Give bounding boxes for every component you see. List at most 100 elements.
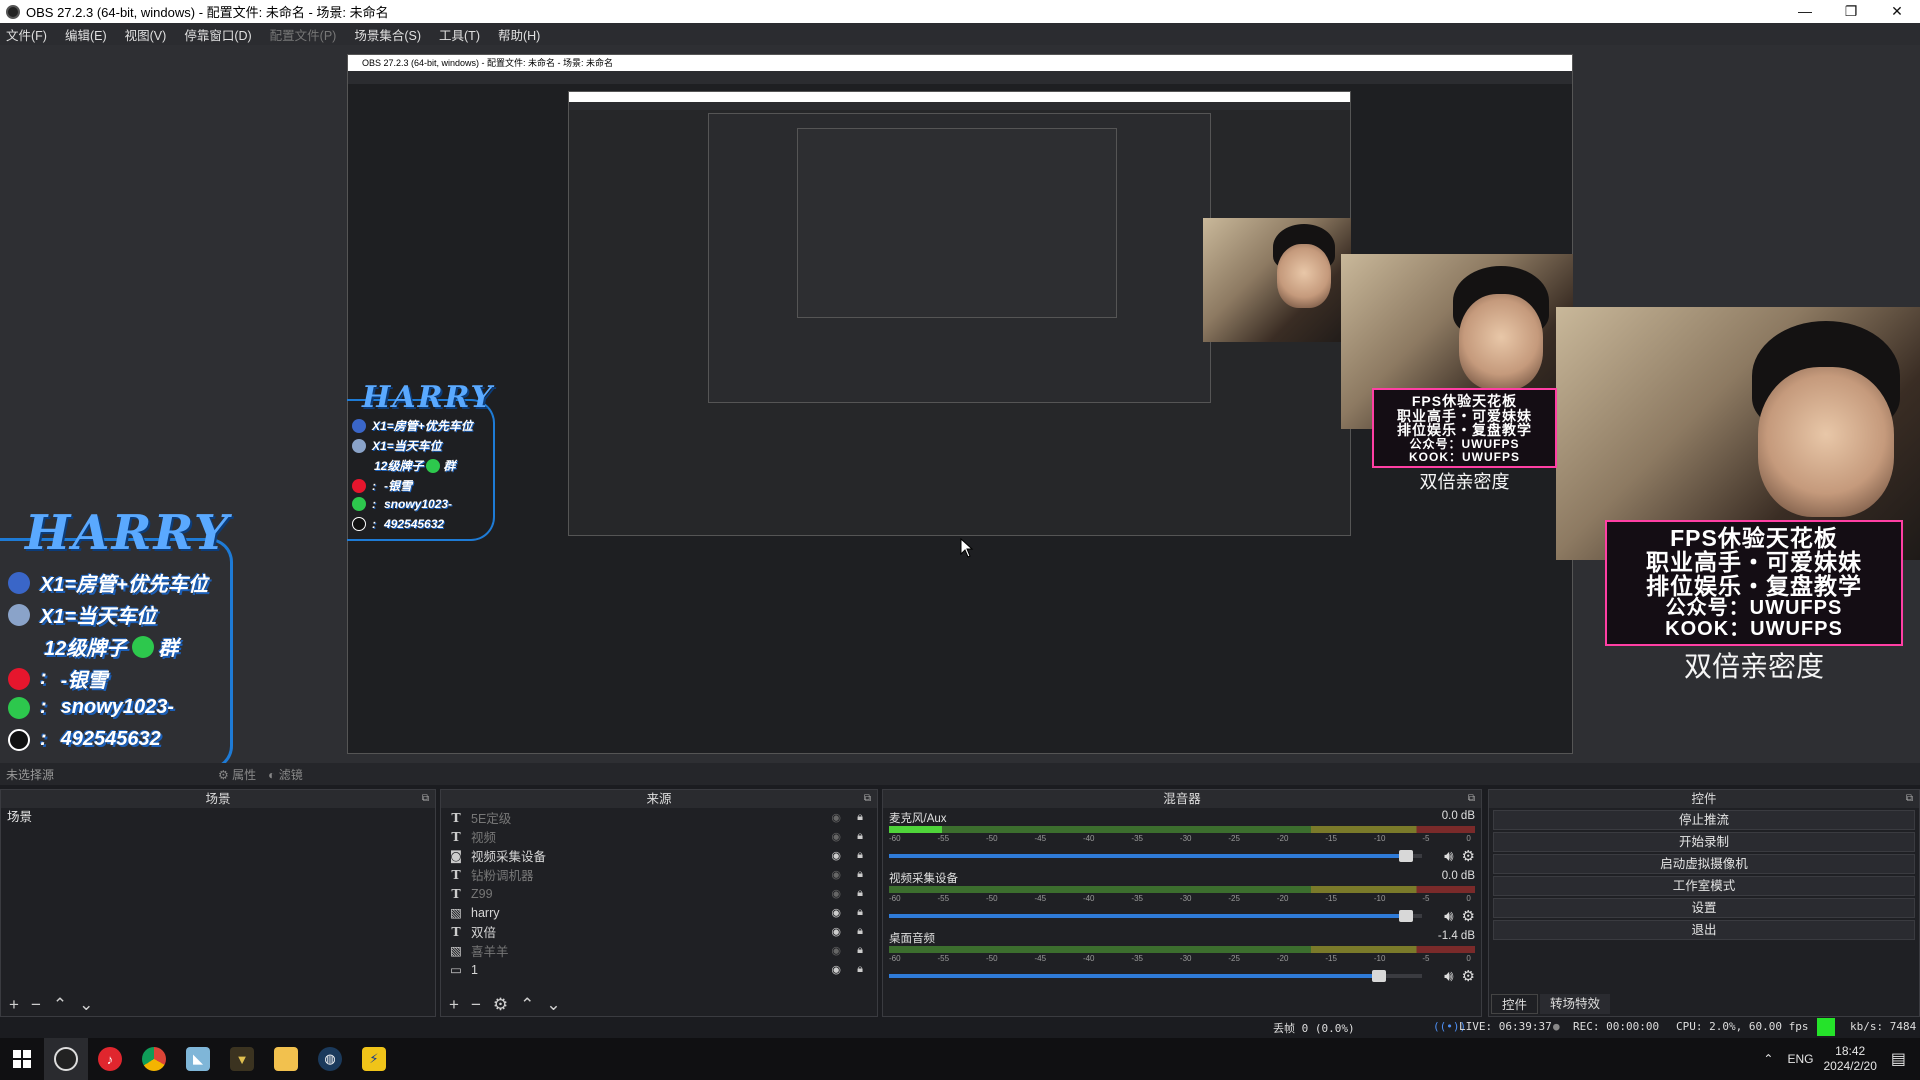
settings-button[interactable]: 设置 <box>1493 898 1915 918</box>
car-icon <box>8 603 30 626</box>
taskbar-chrome[interactable] <box>132 1038 176 1080</box>
lock-icon[interactable]: 🔒︎ <box>857 830 863 843</box>
menu-profile[interactable]: 配置文件(P) <box>270 25 337 44</box>
meter-ticks: -60 -55 -50 -45 -40 -35 -30 -25 -20 -15 -10 -5 0 <box>889 954 1475 965</box>
start-virtual-camera-button[interactable]: 启动虚拟摄像机 <box>1493 854 1915 874</box>
speaker-icon[interactable]: 🔊︎ <box>1444 908 1453 925</box>
start-recording-button[interactable]: 开始录制 <box>1493 832 1915 852</box>
meter-tick-label: -40 <box>1082 894 1095 903</box>
meter-tick-label: 0 <box>1466 894 1471 903</box>
taskbar-app-4[interactable]: ◣ <box>176 1038 220 1080</box>
volume-slider[interactable] <box>889 910 1423 922</box>
gear-icon[interactable]: ⚙ <box>1462 907 1475 925</box>
start-button[interactable] <box>0 1038 44 1080</box>
add-source-button[interactable]: + <box>449 994 459 1016</box>
menu-edit[interactable]: 编辑(E) <box>65 25 107 44</box>
minimize-button[interactable]: — <box>1782 0 1828 23</box>
lock-icon[interactable]: 🔒︎ <box>857 906 863 919</box>
volume-slider[interactable] <box>889 970 1423 982</box>
volume-slider-handle[interactable] <box>1372 970 1387 982</box>
input-method[interactable]: ENG <box>1787 1052 1813 1066</box>
tab-controls[interactable]: 控件 <box>1491 994 1539 1014</box>
source-item[interactable]: T 5E定级 ◉ 🔒︎ <box>441 808 877 827</box>
volume-slider-handle[interactable] <box>1399 910 1414 922</box>
visibility-eye-icon[interactable]: ◉ <box>831 811 841 824</box>
preview-canvas[interactable]: OBS 27.2.3 (64-bit, windows) - 配置文件: 未命名… <box>0 45 1920 763</box>
taskbar-app-5[interactable]: ▼ <box>220 1038 264 1080</box>
visibility-eye-icon[interactable]: ◉ <box>831 887 841 900</box>
close-button[interactable]: ✕ <box>1874 0 1920 23</box>
promo-panel-main: FPS休验天花板 职业高手・可爱妹妹 排位娱乐・复盘教学 公众号：UWUFPS … <box>1605 520 1903 646</box>
visibility-eye-icon[interactable]: ◉ <box>831 868 841 881</box>
window-title-bar[interactable]: OBS 27.2.3 (64-bit, windows) - 配置文件: 未命名… <box>0 0 1920 23</box>
move-down-button[interactable]: ⌄ <box>79 994 93 1016</box>
visibility-eye-icon[interactable]: ◉ <box>831 944 841 957</box>
visibility-eye-icon[interactable]: ◉ <box>831 963 841 976</box>
filters-button[interactable]: ◐ 滤镜 <box>268 766 303 783</box>
remove-source-button[interactable]: − <box>471 994 481 1016</box>
dock-undock-icon[interactable]: ⧉ <box>864 790 871 808</box>
volume-level <box>889 914 1407 918</box>
visibility-eye-icon[interactable]: ◉ <box>831 830 841 843</box>
source-item[interactable]: ▭ 1 ◉ 🔒︎ <box>441 960 877 979</box>
lock-icon[interactable]: 🔒︎ <box>857 944 863 957</box>
studio-mode-button[interactable]: 工作室模式 <box>1493 876 1915 896</box>
speaker-icon[interactable]: 🔊︎ <box>1444 968 1453 985</box>
remove-scene-button[interactable]: − <box>31 994 41 1016</box>
scene-item[interactable]: 场景 <box>1 808 435 826</box>
volume-slider-handle[interactable] <box>1399 850 1414 862</box>
speaker-icon[interactable]: 🔊︎ <box>1444 848 1453 865</box>
properties-button[interactable]: ⚙ 属性 <box>218 766 256 783</box>
mixer-channels: 麦克风/Aux 0.0 dB -60 -55 -50 -45 -40 -35 -30 -25 -20… <box>883 808 1481 988</box>
taskbar-file-explorer[interactable] <box>264 1038 308 1080</box>
tab-transitions[interactable]: 转场特效 <box>1540 994 1611 1014</box>
stop-streaming-button[interactable]: 停止推流 <box>1493 810 1915 830</box>
taskbar-netease-music[interactable]: ♪ <box>88 1038 132 1080</box>
taskbar-obs[interactable] <box>44 1038 88 1080</box>
bitrate: kb/s: 7484 <box>1850 1020 1917 1033</box>
add-scene-button[interactable]: + <box>9 994 19 1016</box>
dock-undock-icon[interactable]: ⧉ <box>1906 790 1913 808</box>
source-item[interactable]: ◙ 视频采集设备 ◉ 🔒︎ <box>441 846 877 865</box>
volume-slider[interactable] <box>889 850 1423 862</box>
gear-icon[interactable]: ⚙ <box>1462 847 1475 865</box>
taskbar-app-8[interactable]: ⚡ <box>352 1038 396 1080</box>
lock-icon[interactable]: 🔒︎ <box>857 868 863 881</box>
source-item[interactable]: T 双倍 ◉ 🔒︎ <box>441 922 877 941</box>
lock-icon[interactable]: 🔒︎ <box>857 925 863 938</box>
dock-undock-icon[interactable]: ⧉ <box>422 790 429 808</box>
source-item[interactable]: ▧ 喜羊羊 ◉ 🔒︎ <box>441 941 877 960</box>
lock-icon[interactable]: 🔒︎ <box>857 963 863 976</box>
source-item[interactable]: T 视频 ◉ 🔒︎ <box>441 827 877 846</box>
source-item[interactable]: T 钻粉调机器 ◉ 🔒︎ <box>441 865 877 884</box>
notification-icon[interactable]: ▤ <box>1891 1049 1906 1069</box>
move-down-button[interactable]: ⌄ <box>546 994 560 1016</box>
taskbar-steam[interactable]: ◍ <box>308 1038 352 1080</box>
menu-view[interactable]: 视图(V) <box>125 25 167 44</box>
mixer-channel: 桌面音频 -1.4 dB -60 -55 -50 -45 -40 -35 -30 -25 -20 -1… <box>883 928 1481 988</box>
lock-icon[interactable]: 🔒︎ <box>857 811 863 824</box>
lock-icon[interactable]: 🔒︎ <box>857 849 863 862</box>
source-item[interactable]: T Z99 ◉ 🔒︎ <box>441 884 877 903</box>
visibility-eye-icon[interactable]: ◉ <box>831 906 841 919</box>
move-up-button[interactable]: ⌃ <box>520 994 534 1016</box>
source-item[interactable]: ▧ harry ◉ 🔒︎ <box>441 903 877 922</box>
app-bird-icon: ◣ <box>186 1047 210 1071</box>
menu-docks[interactable]: 停靠窗口(D) <box>184 25 251 44</box>
visibility-eye-icon[interactable]: ◉ <box>831 925 841 938</box>
maximize-button[interactable]: ❐ <box>1828 0 1874 23</box>
dock-undock-icon[interactable]: ⧉ <box>1468 790 1475 808</box>
menu-help[interactable]: 帮助(H) <box>498 25 540 44</box>
menu-tools[interactable]: 工具(T) <box>439 25 480 44</box>
menu-file[interactable]: 文件(F) <box>6 25 47 44</box>
tray-chevron-up-icon[interactable]: ⌃ <box>1763 1052 1773 1066</box>
visibility-eye-icon[interactable]: ◉ <box>831 849 841 862</box>
gear-icon[interactable]: ⚙ <box>1462 967 1475 985</box>
overlay-line-6: : 492545632 <box>8 728 161 751</box>
menu-scene-collection[interactable]: 场景集合(S) <box>354 25 421 44</box>
move-up-button[interactable]: ⌃ <box>53 994 67 1016</box>
exit-button[interactable]: 退出 <box>1493 920 1915 940</box>
source-properties-gear-icon[interactable]: ⚙ <box>493 994 508 1016</box>
lock-icon[interactable]: 🔒︎ <box>857 887 863 900</box>
taskbar-clock[interactable]: 18:42 2024/2/20 <box>1823 1044 1876 1074</box>
